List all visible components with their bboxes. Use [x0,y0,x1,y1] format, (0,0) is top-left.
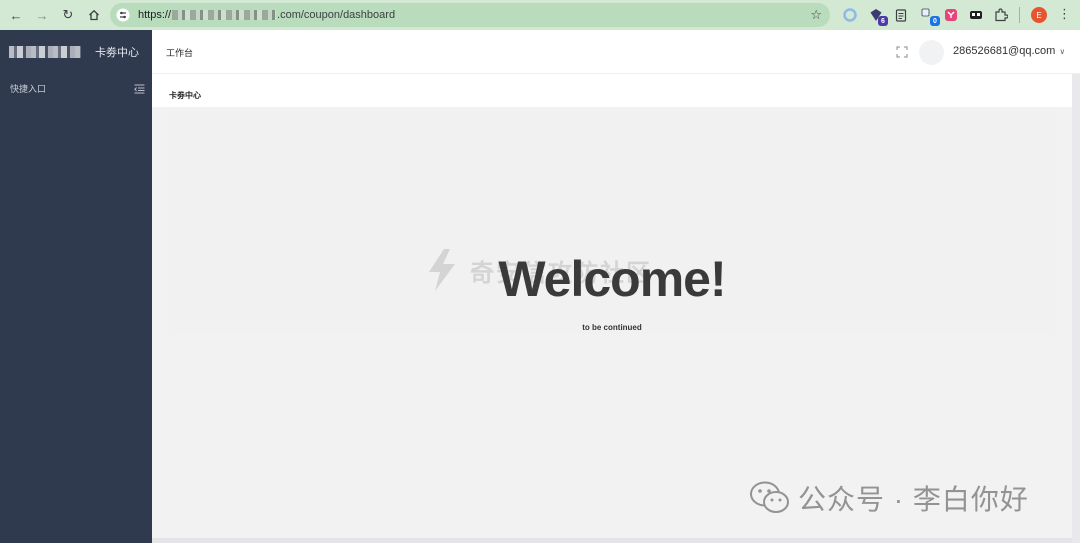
tab-workbench[interactable]: 工作台 [166,46,193,59]
reload-icon[interactable]: ↻ [56,3,80,27]
wechat-watermark-text: 公众号 · 李白你好 [798,484,1029,515]
menu-fold-icon[interactable] [134,81,145,94]
sidebar: 卡劵中心 快捷入口 [0,30,152,543]
account-dropdown[interactable]: 286526681@qq.com ∨ [953,45,1065,57]
extension-badge: 0 [930,16,940,26]
url-text: https:// .com/coupon/dashboard [138,9,395,21]
puzzle-icon[interactable] [991,5,1011,25]
translate-extension-icon[interactable]: 0 [918,5,940,26]
shield-extension-icon[interactable]: 6 [866,5,888,26]
url-prefix: https:// [138,9,172,21]
site-settings-icon[interactable] [114,6,132,24]
url-path: .com/coupon/dashboard [277,9,396,21]
notes-extension-icon[interactable] [891,5,911,25]
forward-icon[interactable]: → [30,3,54,27]
toolbar-divider [1019,7,1020,23]
redacted-logo [9,46,81,58]
wechat-icon [750,481,789,513]
address-bar[interactable]: https:// .com/coupon/dashboard ☆ [110,3,830,27]
back-icon[interactable]: ← [4,3,28,27]
account-email: 286526681@qq.com [953,45,1056,57]
profile-avatar[interactable]: E [1031,7,1047,23]
url-redacted-domain [172,10,277,20]
vertical-scrollbar[interactable] [1072,74,1080,543]
sidebar-item-quick-entry[interactable]: 快捷入口 [10,82,46,95]
welcome-subtitle: to be continued [582,323,642,332]
sidebar-app-title: 卡劵中心 [95,47,139,59]
page-title: 卡劵中心 [169,91,201,100]
user-avatar[interactable] [919,40,944,65]
bookmark-star-icon[interactable]: ☆ [810,7,822,23]
fullscreen-icon[interactable] [896,45,908,58]
wechat-watermark: 公众号 · 李白你好 [750,478,1029,518]
profile-initial: E [1036,10,1042,20]
welcome-heading: Welcome! [498,251,726,307]
home-icon[interactable] [82,3,106,27]
pink-extension-icon[interactable] [941,5,961,25]
mask-extension-icon[interactable] [966,5,986,25]
page-header: 卡劵中心 [152,74,1072,107]
horizontal-scrollbar[interactable] [152,538,1072,543]
chevron-down-icon: ∨ [1059,46,1066,56]
circle-extension-icon[interactable] [840,5,860,25]
main-content: 卡劵中心 奇安信攻防社区 Welcome! to be continued 公众… [152,74,1072,543]
extension-badge: 6 [878,16,888,26]
browser-toolbar: ← → ↻ https:// .com/coupon/dashboard ☆ 6… [0,0,1080,30]
browser-menu-icon[interactable]: ⋮ [1058,6,1071,22]
top-header: 工作台 286526681@qq.com ∨ [152,30,1080,74]
